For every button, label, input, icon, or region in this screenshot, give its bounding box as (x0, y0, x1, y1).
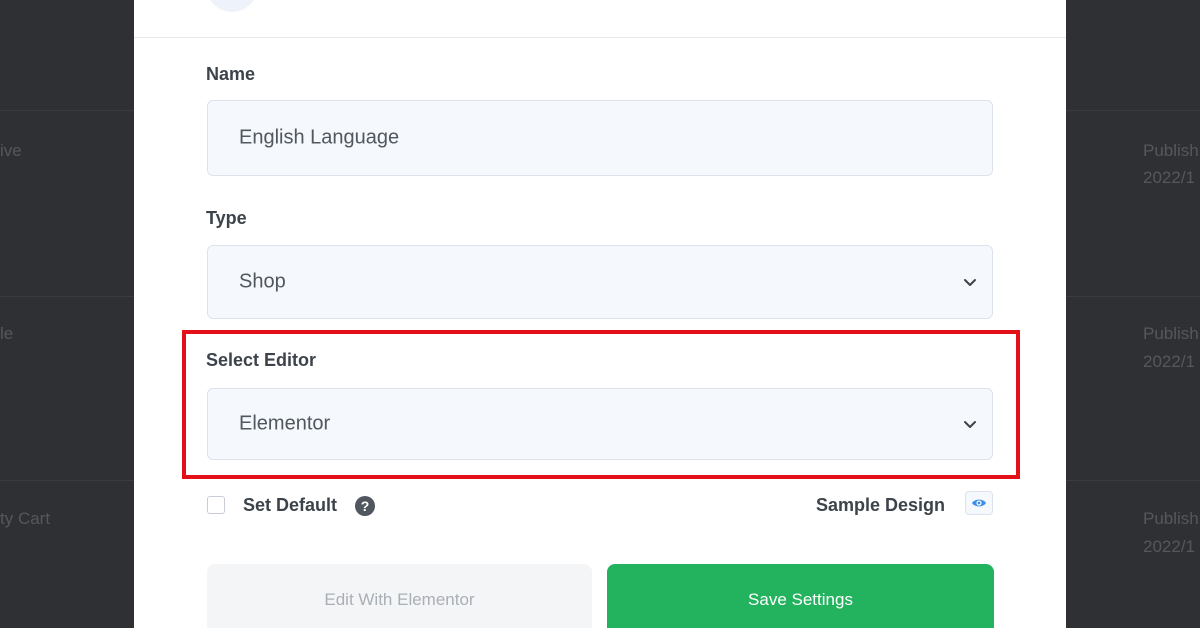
name-label: Name (206, 64, 256, 84)
type-select-value: Shop (239, 270, 286, 293)
save-settings-button[interactable]: Save Settings (607, 564, 994, 628)
background-row-divider (0, 110, 134, 111)
sample-design-preview-button[interactable] (965, 491, 993, 515)
sample-design-label: Sample Design (816, 495, 946, 515)
background-row-status: Publish (1143, 509, 1199, 528)
eye-icon (972, 499, 986, 507)
background-row-divider (0, 480, 134, 481)
background-row-divider (1066, 296, 1200, 297)
modal-header-divider (134, 37, 1066, 38)
template-settings-modal: Name English Language Type Shop Select E… (134, 0, 1066, 628)
background-left-panel (0, 0, 134, 628)
background-row-title: le (0, 324, 14, 343)
background-right-panel (1066, 0, 1200, 628)
modal-header-icon (206, 0, 258, 12)
type-select[interactable]: Shop (207, 245, 993, 319)
background-row-status: Publish (1143, 141, 1199, 160)
set-default-checkbox[interactable] (207, 496, 225, 514)
name-input-value: English Language (239, 126, 400, 149)
background-row-divider (0, 296, 134, 297)
background-row-status: Publish (1143, 324, 1199, 343)
background-row-divider (1066, 110, 1200, 111)
background-row-title: ty Cart (0, 509, 51, 528)
set-default-label[interactable]: Set Default (243, 495, 337, 516)
help-icon[interactable]: ? (355, 496, 375, 516)
chevron-down-icon (964, 279, 976, 286)
select-editor-highlight (182, 330, 1020, 479)
background-row-date: 2022/1 (1143, 537, 1195, 556)
background-row-date: 2022/1 (1143, 352, 1195, 371)
background-row-title: ive (0, 141, 22, 160)
edit-with-elementor-button[interactable]: Edit With Elementor (207, 564, 592, 628)
name-input[interactable]: English Language (207, 100, 993, 176)
background-row-date: 2022/1 (1143, 168, 1195, 187)
background-row-divider (1066, 480, 1200, 481)
type-label: Type (206, 208, 247, 228)
